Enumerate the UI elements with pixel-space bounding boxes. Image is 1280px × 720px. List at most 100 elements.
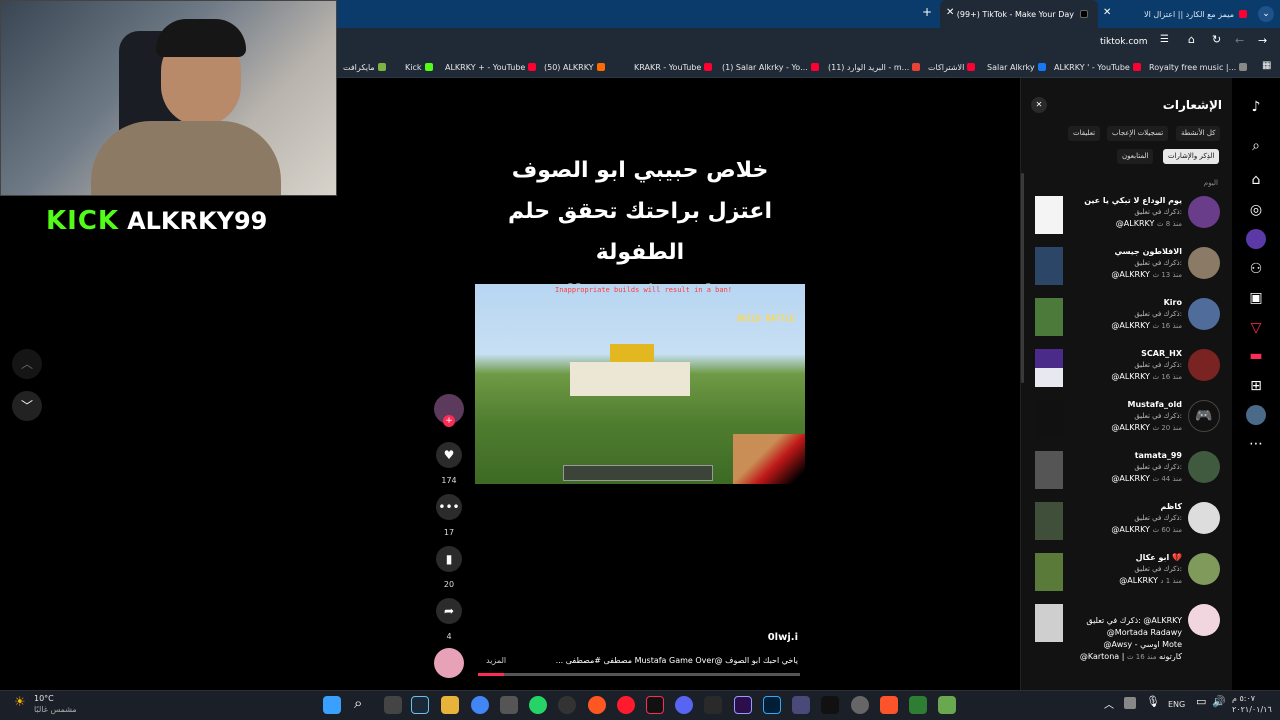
notification-item[interactable]: الافلاطون جيسي ذكرك في تعليق: @ALKRKY من… [1028, 245, 1224, 293]
app-icon[interactable] [909, 696, 927, 714]
follow-plus-icon[interactable]: + [443, 415, 455, 427]
close-tab-icon[interactable]: ✕ [1103, 7, 1111, 18]
network-icon[interactable]: ▭ [1196, 695, 1206, 708]
bookmark-subscriptions[interactable]: الاشتراكات [928, 60, 976, 74]
bookmark-salar-youtube[interactable]: (1) Salar Alkrky - Yo... [722, 60, 819, 74]
home-icon[interactable]: ⌂ [1188, 33, 1195, 46]
live-icon[interactable]: ▣ [1246, 288, 1266, 308]
bookmark-minecraft[interactable]: مايكرافت [343, 60, 386, 74]
apps-grid-icon[interactable]: ▦ [1262, 60, 1271, 71]
filter-comments[interactable]: تعليقات [1068, 126, 1101, 141]
search-icon[interactable]: ⌕ [354, 694, 362, 712]
search-icon[interactable]: ⌕ [1246, 136, 1266, 156]
upload-icon[interactable]: ⊞ [1246, 376, 1266, 396]
microphone-icon[interactable]: 🎙 [1146, 695, 1160, 708]
share-button[interactable]: ➦ [436, 598, 462, 624]
capcut-icon[interactable] [821, 696, 839, 714]
filter-likes[interactable]: تسجيلات الإعجاب [1107, 126, 1169, 141]
video-player[interactable]: Inappropriate builds will result in a ba… [475, 284, 805, 484]
premiere-icon[interactable] [734, 696, 752, 714]
opera-icon[interactable] [617, 696, 635, 714]
notification-item[interactable]: Kiro ذكرك في تعليق: @ALKRKY منذ 16 ث [1028, 296, 1224, 344]
notification-item[interactable]: يوم الوداع لا تبكي يا عين ذكرك في تعليق:… [1028, 194, 1224, 242]
bookmark-salar[interactable]: Salar Alkrky [987, 60, 1046, 74]
video-progress-bar[interactable] [478, 673, 800, 676]
close-tab-icon[interactable]: ✕ [946, 7, 954, 18]
reload-icon[interactable]: ↻ [1212, 33, 1221, 46]
messages-icon[interactable]: ▬ [1246, 346, 1266, 366]
file-explorer-icon[interactable] [441, 696, 459, 714]
bookmark-royalty[interactable]: Royalty free music |... [1149, 60, 1248, 74]
tiktok-icon[interactable] [646, 696, 664, 714]
bookmark-kick[interactable]: Kick [405, 60, 433, 74]
save-button[interactable]: ▮ [436, 546, 462, 572]
weather-icon[interactable]: ☀ [14, 695, 26, 710]
tiktok-logo-icon[interactable]: ♪ [1246, 97, 1266, 117]
bookmark-alkrky-plus[interactable]: ALKRKY + - YouTube [445, 60, 537, 74]
minecraft-icon [377, 63, 386, 71]
obs-icon[interactable] [704, 696, 722, 714]
more-link[interactable]: المزيد [486, 656, 506, 665]
more-icon[interactable]: ⋯ [1246, 434, 1266, 454]
notification-item[interactable]: ابو عكال 💔 ذكرك في تعليق: @ALKRKY منذ 1 … [1028, 551, 1224, 599]
steam-icon[interactable] [411, 696, 429, 714]
clock-time[interactable]: ٥:٠٧ م [1232, 694, 1255, 703]
close-notifications-button[interactable]: ✕ [1031, 97, 1047, 113]
notification-text: ذكرك في تعليق: [1134, 565, 1182, 573]
profile-avatar-icon[interactable] [1246, 229, 1266, 249]
settings-icon[interactable] [851, 696, 869, 714]
back-icon[interactable]: → [1258, 34, 1267, 47]
comment-button[interactable]: ••• [436, 494, 462, 520]
clock-date[interactable]: ٢٠٢١/٠١/١٦ [1232, 705, 1272, 714]
task-view-icon[interactable] [384, 696, 402, 714]
chrome-icon[interactable] [471, 696, 489, 714]
url-field[interactable]: tiktok.com [1100, 37, 1148, 47]
notifications-scrollbar[interactable] [1021, 173, 1024, 383]
filter-all[interactable]: كل الأنشطة [1176, 126, 1221, 141]
bookmark-alkrky-youtube[interactable]: ALKRKY ' - YouTube [1054, 60, 1141, 74]
tray-app-icon[interactable] [1124, 697, 1136, 709]
minecraft-icon[interactable] [938, 696, 956, 714]
tab-search-button[interactable]: ⌄ [1258, 6, 1274, 22]
filter-mentions[interactable]: الذِكر والإشارات [1163, 149, 1220, 164]
notification-item[interactable]: ذكرك في تعليق: @ALKRKY @Mortada Radawy @… [1028, 602, 1224, 666]
notification-item[interactable]: tamata_99 ذكرك في تعليق: @ALKRKY منذ 44 … [1028, 449, 1224, 497]
brave-icon[interactable] [880, 696, 898, 714]
site-settings-icon[interactable]: ☰ [1160, 34, 1169, 45]
volume-icon[interactable]: 🔊 [1212, 695, 1226, 708]
tray-chevron-icon[interactable]: ︿ [1104, 696, 1114, 711]
like-button[interactable]: ♥ [436, 442, 462, 468]
discord-icon[interactable] [675, 696, 693, 714]
photoshop-icon[interactable] [763, 696, 781, 714]
input-language[interactable]: ENG [1168, 700, 1185, 709]
app-icon[interactable] [588, 696, 606, 714]
chatgpt-icon[interactable] [558, 696, 576, 714]
previous-video-button[interactable]: ︿ [12, 349, 42, 379]
whatsapp-icon[interactable] [529, 696, 547, 714]
forward-icon[interactable]: ← [1235, 34, 1244, 47]
tab-tiktok[interactable]: (99+) TikTok - Make Your Day [940, 0, 1098, 28]
bookmark-inbox[interactable]: (11) البريد الوارد - m... [828, 60, 921, 74]
activity-icon[interactable]: ▽ [1246, 318, 1266, 338]
home-icon[interactable]: ⌂ [1246, 170, 1266, 190]
sound-avatar[interactable] [434, 648, 464, 678]
explore-icon[interactable]: ◎ [1246, 200, 1266, 220]
bookmark-favicon [596, 63, 605, 71]
start-icon[interactable] [323, 696, 341, 714]
filter-followers[interactable]: المتابعون [1117, 149, 1154, 164]
notification-item[interactable]: SCAR_HX ذكرك في تعليق: @ALKRKY منذ 16 ث [1028, 347, 1224, 395]
following-icon[interactable]: ⚇ [1246, 259, 1266, 279]
notification-item[interactable]: كاظم ذكرك في تعليق: @ALKRKY منذ 60 ث [1028, 500, 1224, 548]
next-video-button[interactable]: ﹀ [12, 391, 42, 421]
notification-handle: @ALKRKY منذ 8 ث [1115, 219, 1182, 228]
video-author[interactable]: 0lwj.i [740, 632, 798, 643]
my-avatar-icon[interactable] [1246, 405, 1266, 425]
tab-memes[interactable]: ميمز مع الكارد || اعتزال الا [1117, 0, 1255, 28]
app-icon[interactable] [500, 696, 518, 714]
notification-item[interactable]: 🎮 Mustafa_old ذكرك في تعليق: @ALKRKY منذ… [1028, 398, 1224, 446]
controller-icon[interactable] [792, 696, 810, 714]
bookmark-alkrky-50[interactable]: (50) ALKRKY [544, 60, 605, 74]
user-avatar [1188, 604, 1220, 636]
new-tab-button[interactable]: + [922, 5, 932, 19]
bookmark-krakr[interactable]: KRAKR - YouTube [634, 60, 713, 74]
